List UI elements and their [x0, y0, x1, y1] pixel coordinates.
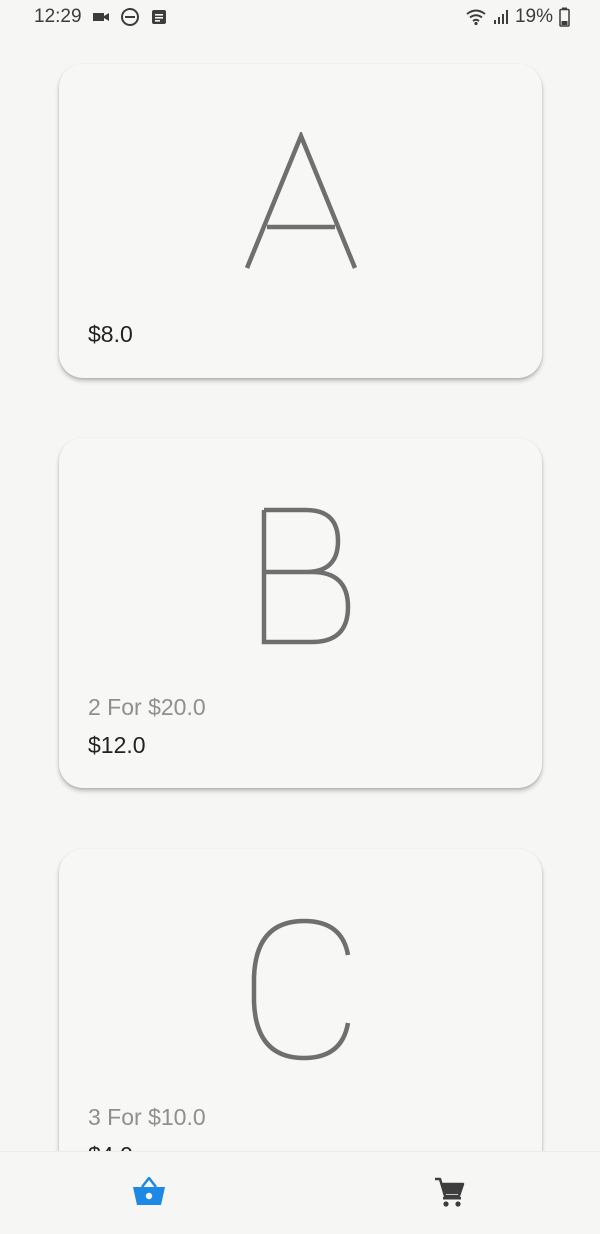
product-price-b: $12.0: [88, 732, 146, 758]
clock: 12:29: [34, 6, 82, 27]
letter-a-glyph: [244, 132, 357, 269]
nav-cart-tab[interactable]: [429, 1172, 469, 1212]
video-camera-icon: [92, 10, 110, 24]
wifi-icon: [465, 8, 487, 26]
product-list: A $8.0 B 2 For $20.0 $12.0 C 3 For $10.0…: [0, 36, 600, 1151]
status-bar-right: 19%: [465, 6, 570, 28]
battery-icon: [559, 7, 570, 27]
product-card-a[interactable]: A $8.0: [59, 64, 542, 378]
product-letter-b: B: [59, 506, 542, 646]
letter-c-glyph: [251, 918, 350, 1061]
letter-b-glyph: [261, 507, 350, 645]
product-offer-c: 3 For $10.0: [88, 1104, 206, 1130]
product-offer-b: 2 For $20.0: [88, 694, 206, 720]
product-card-c[interactable]: C 3 For $10.0 $4.0: [59, 849, 542, 1151]
cellular-signal-icon: [493, 9, 509, 25]
nav-shop-tab[interactable]: [129, 1172, 169, 1212]
notification-card-icon: [150, 8, 168, 26]
product-price-a: $8.0: [88, 321, 133, 347]
product-letter-a: A: [59, 132, 542, 272]
shopping-cart-icon: [435, 1177, 465, 1207]
status-bar-left: 12:29: [34, 6, 168, 28]
bottom-navigation: [0, 1151, 600, 1234]
product-letter-c: C: [59, 917, 542, 1062]
status-bar: 12:29 19%: [0, 0, 600, 36]
product-card-b[interactable]: B 2 For $20.0 $12.0: [59, 438, 542, 788]
battery-percentage: 19%: [514, 6, 553, 27]
shopping-basket-icon: [133, 1177, 165, 1205]
do-not-disturb-icon: [120, 7, 140, 27]
product-price-c: $4.0: [88, 1142, 133, 1151]
